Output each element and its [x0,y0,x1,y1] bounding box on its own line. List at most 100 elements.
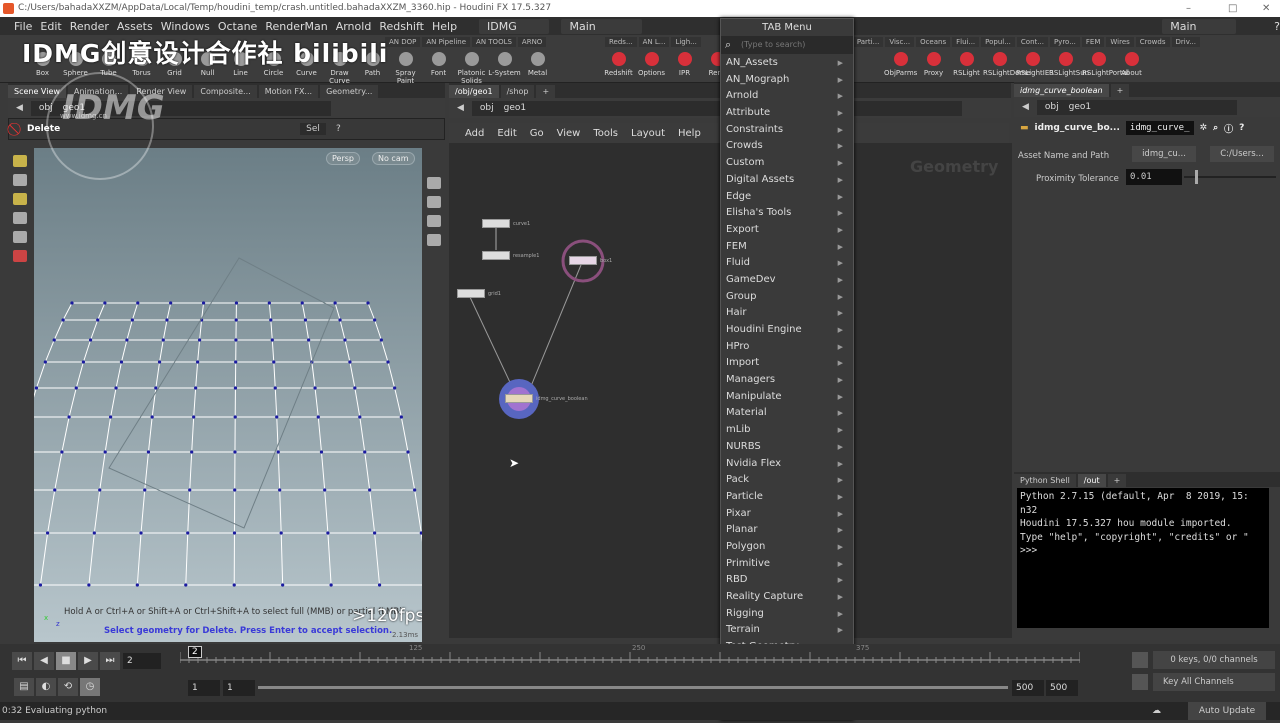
tab-menu-item[interactable]: Material [721,405,853,422]
asset-path-menu[interactable]: C:/Users... [1210,146,1274,162]
shelf-tool-11[interactable]: About [1115,51,1148,77]
tab-menu-item[interactable]: mLib [721,422,853,439]
tab-menu-item[interactable]: Pack [721,472,853,489]
stop-button[interactable]: ■ [56,652,76,670]
key-curve-icon[interactable] [1132,674,1148,690]
tab-menu-item[interactable]: HPro [721,339,853,356]
desktop-selector-main[interactable]: Main [561,18,643,34]
network-editor[interactable]: curve1 resample1 box1 grid1 idmg_curve_b… [449,143,721,638]
tab-menu-item[interactable]: Primitive [721,556,853,573]
back-arrow-icon[interactable]: ◀ [16,103,23,113]
channel-sync-icon[interactable] [1132,652,1148,668]
net-menu-help[interactable]: Help [678,128,701,139]
tab-idmg-curve-boolean[interactable]: idmg_curve_boolean [1014,84,1109,97]
frame-range-slider[interactable] [258,686,1008,689]
node-curve1[interactable] [482,219,510,228]
menu-render[interactable]: Render [70,20,109,33]
asset-name-menu[interactable]: idmg_cu... [1132,146,1196,162]
scale-tool-icon[interactable] [13,212,27,224]
tab-menu-search[interactable]: ⌕ (Type to search) [721,36,853,54]
menu-windows[interactable]: Windows [161,20,210,33]
magnet-icon[interactable] [13,250,27,262]
select-tool-icon[interactable] [13,155,27,167]
node-grid1[interactable] [457,289,485,298]
shelf-tab[interactable]: Crowds [1135,37,1170,47]
menu-file[interactable]: File [14,20,32,33]
tab-python-shell[interactable]: Python Shell [1014,474,1076,487]
tab-menu-item[interactable]: GameDev [721,272,853,289]
maximize-button[interactable]: □ [1228,0,1237,17]
close-button[interactable]: ✕ [1262,0,1270,17]
go-to-start-button[interactable]: ⏮ [12,652,32,670]
tab-menu-item[interactable]: FEM [721,239,853,256]
path-obj[interactable]: obj [1045,102,1059,112]
play-reverse-button[interactable]: ◀ [34,652,54,670]
shelf-tab[interactable]: ARNO [517,37,547,47]
proximity-tolerance-field[interactable]: 0.01 [1126,169,1182,185]
shelf-tool-13[interactable]: Platonic Solids [455,51,488,85]
menu-arnold[interactable]: Arnold [336,20,372,33]
tab-obj-geo1[interactable]: /obj/geo1 [449,85,499,98]
shelf-tab[interactable]: AN Pipeline [422,37,471,47]
tab-menu-item[interactable]: Hair [721,305,853,322]
add-tab-button[interactable]: + [536,85,556,98]
clock-icon[interactable]: ◷ [80,678,100,696]
shelf-tab[interactable]: FEM [1081,37,1105,47]
shelf-tab[interactable]: Ligh... [671,37,701,47]
shelf-tab[interactable]: Reds... [605,37,637,47]
light-icon[interactable] [427,234,441,246]
tab-menu-item[interactable]: Nvidia Flex [721,456,853,473]
node-name-field[interactable]: idmg_curve_ [1125,121,1194,135]
desktop-selector-left[interactable]: IDMG [479,18,550,34]
path-geo1[interactable]: geo1 [504,103,526,113]
desktop-selector-right[interactable]: Main [1162,18,1237,34]
back-arrow-icon[interactable]: ◀ [457,103,464,113]
shelf-tool-1[interactable]: Options [635,51,668,77]
go-to-end-button[interactable]: ⏭ [100,652,120,670]
current-frame-field[interactable]: 2 [123,653,161,669]
start-frame-field-2[interactable]: 1 [223,680,255,696]
display-option-icon[interactable] [427,177,441,189]
start-frame-field[interactable]: 1 [188,680,220,696]
tab-menu-item[interactable]: Group [721,289,853,306]
python-console[interactable]: Python 2.7.15 (default, Apr 8 2019, 15: n… [1017,488,1269,628]
realtime-toggle-icon[interactable]: ▤ [14,678,34,696]
audio-icon[interactable]: ◐ [36,678,56,696]
shelf-tab[interactable]: AN TOOLS [472,37,516,47]
shelf-tool-12[interactable]: Font [422,51,455,85]
tab-menu-item[interactable]: Terrain [721,622,853,639]
tab-menu-item[interactable]: Planar [721,522,853,539]
shelf-tool-6[interactable]: RSLight [950,51,983,77]
tab-menu-item[interactable]: Polygon [721,539,853,556]
tab-menu-item[interactable]: Manipulate [721,389,853,406]
tab-menu-item[interactable]: Attribute [721,105,853,122]
net-menu-go[interactable]: Go [530,128,544,139]
shelf-tool-7[interactable]: RSLightDome [983,51,1031,77]
node-idmg-curve-boolean[interactable] [505,394,533,403]
net-menu-tools[interactable]: Tools [593,128,618,139]
slider-handle[interactable] [1194,170,1198,184]
shelf-tab[interactable]: Parti... [852,37,884,47]
path-obj[interactable]: obj [480,103,494,113]
menu-octane[interactable]: Octane [218,20,258,33]
shelf-tab[interactable]: Driv... [1171,37,1200,47]
menu-assets[interactable]: Assets [117,20,153,33]
path-geo1[interactable]: geo1 [1069,102,1091,112]
tab-menu-item[interactable]: NURBS [721,439,853,456]
net-menu-edit[interactable]: Edit [497,128,516,139]
shelf-tab[interactable]: Popul... [981,37,1015,47]
tab-menu-item[interactable]: Houdini Engine [721,322,853,339]
tab-menu-item[interactable]: Custom [721,155,853,172]
shelf-tab[interactable]: Visc... [885,37,915,47]
shelf-tool-4[interactable]: ObjParms [884,51,917,77]
tab-menu-item[interactable]: Managers [721,372,853,389]
tab-menu-item[interactable]: Rigging [721,606,853,623]
menu-renderman[interactable]: RenderMan [265,20,327,33]
persp-menu[interactable]: Persp [326,152,360,165]
move-tool-icon[interactable] [13,174,27,186]
back-arrow-icon[interactable]: ◀ [1022,102,1029,112]
shelf-tool-0[interactable]: Redshift [602,51,635,77]
menu-redshift[interactable]: Redshift [379,20,424,33]
add-tab-button[interactable]: + [1107,474,1127,487]
selection-mode-button[interactable]: Sel [300,123,326,135]
